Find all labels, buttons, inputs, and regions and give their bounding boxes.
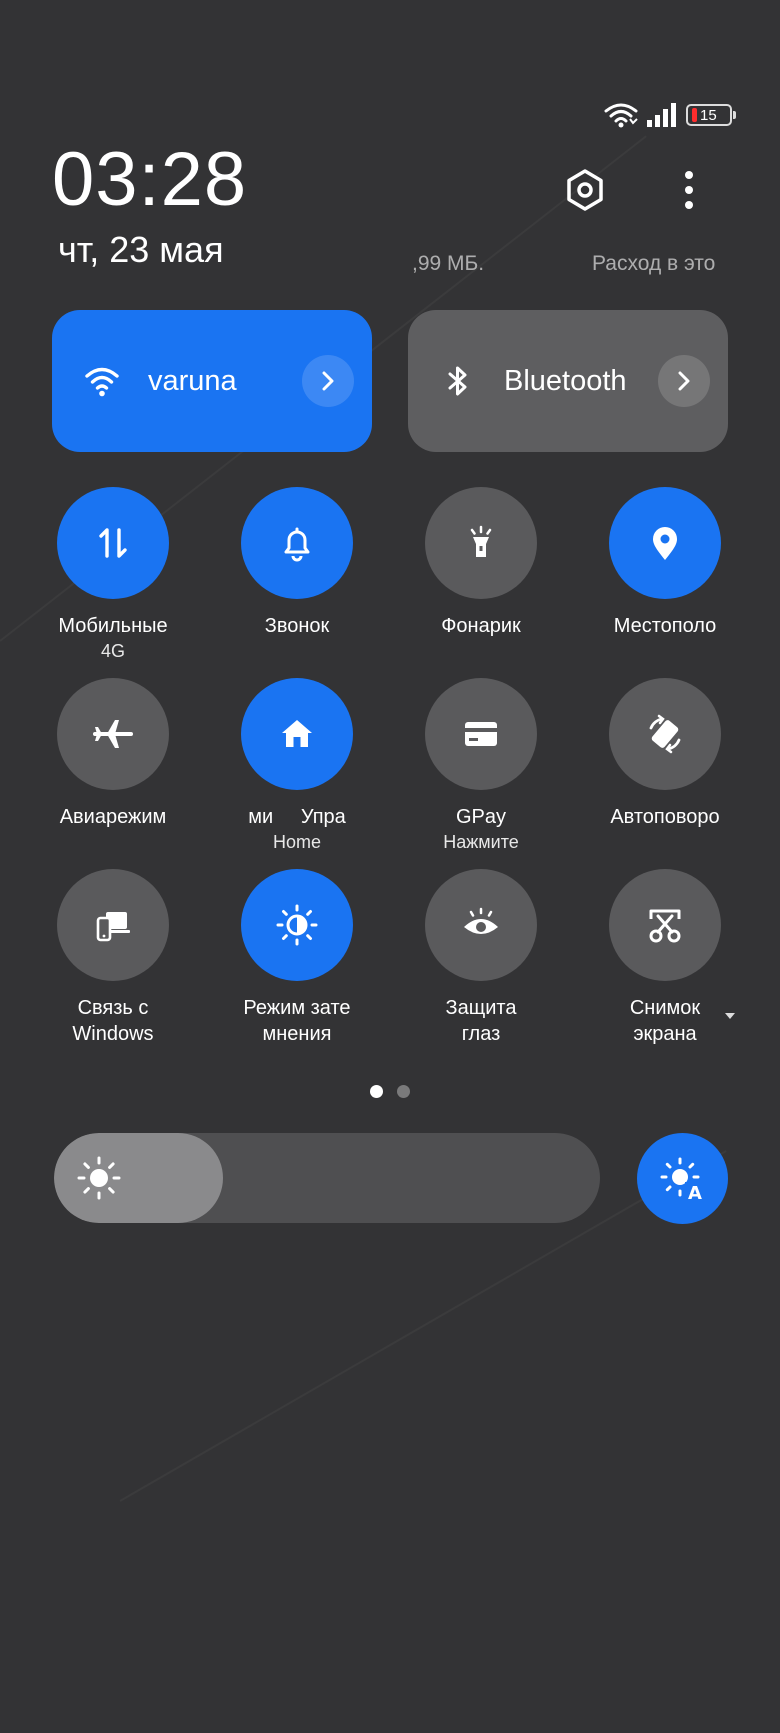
toggle-label: Авиарежим — [59, 806, 167, 828]
mobile-data-icon — [99, 528, 127, 558]
toggle-label: Снимок экрана — [629, 997, 701, 1045]
toggle-sublabel: Нажмите — [443, 832, 519, 852]
toggle-label: Связь с Windows — [72, 997, 154, 1045]
chevron-right-icon — [678, 371, 690, 391]
location-icon — [653, 527, 677, 560]
dark-mode-icon — [276, 904, 318, 946]
toggle-label: GPay — [455, 806, 507, 828]
toggle-sublabel: 4G — [100, 641, 125, 661]
link-windows-icon — [96, 912, 130, 942]
toggle-label: Защита глаз — [445, 997, 517, 1045]
wifi-tile[interactable]: varuna — [52, 310, 372, 452]
toggle-circle[interactable] — [609, 487, 721, 599]
page-dot[interactable] — [370, 1085, 383, 1098]
toggle-circle[interactable] — [609, 869, 721, 981]
toggle-label: Мобильные — [58, 615, 168, 637]
battery-icon: 15 — [686, 104, 736, 126]
toggle-label: Режим затемнения — [243, 997, 351, 1045]
expand-arrow-icon[interactable] — [724, 1010, 736, 1022]
home-icon — [282, 720, 312, 747]
wifi-icon — [85, 367, 119, 397]
bell-icon — [284, 527, 310, 562]
toggle-circle[interactable] — [425, 487, 537, 599]
toggle-eye-protection[interactable]: Защита глаз — [406, 869, 556, 1047]
status-bar: 15 — [604, 100, 736, 130]
toggle-circle[interactable] — [425, 678, 537, 790]
toggle-mobile-data[interactable]: Мобильные 4G — [38, 487, 188, 663]
date: чт, 23 мая — [58, 229, 224, 270]
clock: 03:28 — [52, 137, 248, 222]
airplane-icon — [93, 720, 133, 748]
toggle-mi-home[interactable]: ми Упра Home — [222, 678, 372, 854]
toggle-label: Фонарик — [441, 615, 521, 637]
toggle-link-windows[interactable]: Связь с Windows — [38, 869, 188, 1047]
toggle-circle[interactable] — [609, 678, 721, 790]
bluetooth-details-button[interactable] — [658, 355, 710, 407]
toggle-airplane[interactable]: Авиарежим — [38, 678, 188, 830]
more-options-button[interactable] — [663, 164, 715, 216]
toggle-circle[interactable] — [57, 869, 169, 981]
toggle-location[interactable]: Местополо — [590, 487, 740, 639]
toggle-flashlight[interactable]: Фонарик — [406, 487, 556, 639]
auto-rotate-icon — [649, 714, 681, 754]
toggle-circle[interactable] — [425, 869, 537, 981]
toggle-auto-rotate[interactable]: Автоповоро — [590, 678, 740, 830]
eye-icon — [464, 907, 498, 934]
settings-icon — [567, 169, 603, 211]
signal-icon — [647, 103, 676, 127]
screenshot-icon — [649, 909, 681, 943]
battery-fill — [692, 108, 697, 122]
chevron-right-icon — [322, 371, 334, 391]
page-dot[interactable] — [397, 1085, 410, 1098]
data-usage-amount: ,99 МБ. — [412, 252, 485, 275]
toggle-dark-mode[interactable]: Режим затемнения — [222, 869, 372, 1047]
card-icon — [465, 722, 497, 746]
wifi-status-icon — [604, 103, 638, 128]
toggle-label: Автоповоро — [610, 806, 720, 828]
toggle-circle[interactable] — [241, 678, 353, 790]
bluetooth-tile[interactable]: Bluetooth — [408, 310, 728, 452]
toggle-circle[interactable] — [241, 487, 353, 599]
toggle-circle[interactable] — [57, 678, 169, 790]
toggle-label: ми Упра — [248, 806, 346, 828]
data-usage-label: Расход в это — [592, 252, 716, 275]
bluetooth-icon — [448, 366, 467, 396]
toggle-circle[interactable] — [57, 487, 169, 599]
brightness-slider[interactable] — [54, 1133, 600, 1223]
settings-button[interactable] — [559, 164, 611, 216]
toggle-label: Местополо — [613, 615, 717, 637]
more-vert-icon — [685, 171, 693, 209]
auto-brightness-icon: A — [660, 1157, 705, 1203]
wifi-details-button[interactable] — [302, 355, 354, 407]
wifi-network-name: varuna — [148, 364, 237, 397]
toggle-ring[interactable]: Звонок — [222, 487, 372, 639]
page-indicator — [370, 1085, 410, 1098]
toggle-circle[interactable] — [241, 869, 353, 981]
sun-icon — [77, 1156, 121, 1200]
auto-brightness-button[interactable]: A — [637, 1133, 728, 1224]
toggle-gpay[interactable]: GPay Нажмите — [406, 678, 556, 854]
flashlight-icon — [470, 525, 492, 557]
toggle-label: Звонок — [264, 615, 330, 637]
toggle-screenshot[interactable]: Снимок экрана — [590, 869, 740, 1047]
toggle-sublabel: Home — [272, 832, 321, 852]
svg-text:A: A — [688, 1183, 702, 1203]
bluetooth-label: Bluetooth — [504, 364, 627, 397]
battery-percent: 15 — [700, 106, 717, 124]
